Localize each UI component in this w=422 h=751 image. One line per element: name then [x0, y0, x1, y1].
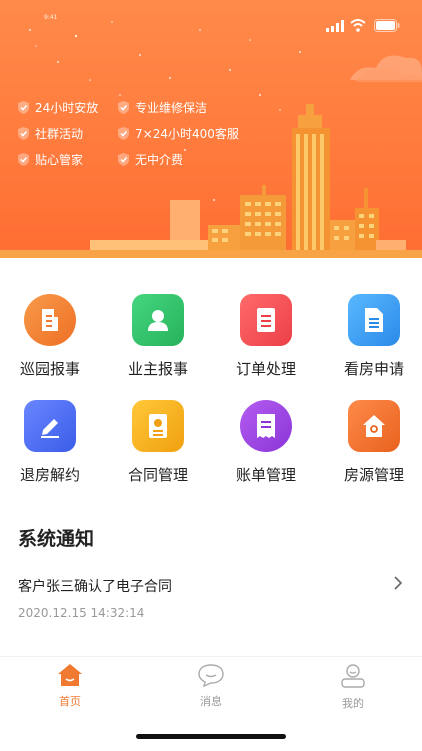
check-shield-icon [18, 152, 29, 166]
menu-item-patrol-report[interactable]: 巡园报事 [0, 294, 100, 392]
status-time: 9:41 [44, 14, 58, 21]
feature-item: 24小时安放 [16, 98, 98, 116]
profile-icon [341, 664, 365, 688]
edit-icon [24, 400, 76, 452]
tab-label: 首页 [59, 695, 81, 708]
menu-item-owner-report[interactable]: 业主报事 [108, 294, 208, 392]
tab-label: 消息 [200, 695, 222, 708]
wifi-icon [350, 19, 366, 32]
list-icon [240, 294, 292, 346]
feature-label: 7×24小时400客服 [135, 126, 239, 141]
file-icon [348, 294, 400, 346]
menu-item-viewing-request[interactable]: 看房申请 [324, 294, 422, 392]
menu-item-contract-management[interactable]: 合同管理 [108, 400, 208, 498]
home-icon [58, 664, 82, 686]
menu-item-listing-management[interactable]: 房源管理 [324, 400, 422, 498]
check-shield-icon [18, 100, 29, 114]
menu-item-bill-management[interactable]: 账单管理 [216, 400, 316, 498]
notice-text: 客户张三确认了电子合同 [18, 579, 172, 595]
tab-home[interactable]: 首页 [30, 663, 110, 715]
menu-label: 房源管理 [343, 466, 404, 484]
check-shield-icon [118, 100, 129, 114]
hero-banner: 9:41 24小时安放 专业维修保洁 社群活动 7×24小时400客服 贴心管家… [0, 0, 422, 258]
menu-label: 订单处理 [235, 360, 296, 378]
feature-label: 24小时安放 [35, 100, 99, 115]
tab-profile[interactable]: 我的 [313, 663, 393, 715]
check-shield-icon [118, 152, 129, 166]
feature-item: 专业维修保洁 [116, 98, 207, 116]
feature-label: 无中介费 [135, 152, 184, 167]
menu-label: 业主报事 [127, 360, 188, 378]
check-shield-icon [118, 126, 129, 140]
menu-label: 合同管理 [127, 466, 188, 484]
tab-messages[interactable]: 消息 [171, 663, 251, 715]
notice-time: 2020.12.15 14:32:14 [18, 606, 145, 620]
notice-item[interactable]: 客户张三确认了电子合同 2020.12.15 14:32:14 [0, 566, 422, 626]
feature-item: 无中介费 [116, 150, 183, 168]
menu-label: 退房解约 [19, 466, 80, 484]
receipt-icon [240, 400, 292, 452]
feature-label: 专业维修保洁 [135, 100, 208, 115]
chat-icon [198, 664, 224, 688]
feature-label: 贴心管家 [35, 152, 84, 167]
feature-item: 7×24小时400客服 [116, 124, 239, 142]
menu-label: 巡园报事 [19, 360, 80, 378]
status-bar-icons [324, 18, 404, 34]
person-icon [132, 294, 184, 346]
menu-label: 看房申请 [343, 360, 404, 378]
menu-item-order-processing[interactable]: 订单处理 [216, 294, 316, 392]
feature-label: 社群活动 [35, 126, 84, 141]
menu-item-checkout-termination[interactable]: 退房解约 [0, 400, 100, 498]
home-indicator [136, 734, 286, 739]
document-icon [24, 294, 76, 346]
tab-label: 我的 [342, 697, 364, 710]
battery-icon [374, 19, 400, 32]
section-title: 系统通知 [18, 528, 95, 550]
signal-icon [326, 20, 344, 32]
menu-label: 账单管理 [235, 466, 296, 484]
contract-icon [132, 400, 184, 452]
house-icon [348, 400, 400, 452]
feature-item: 贴心管家 [16, 150, 83, 168]
check-shield-icon [18, 126, 29, 140]
feature-item: 社群活动 [16, 124, 83, 142]
chevron-right-icon [394, 576, 403, 590]
